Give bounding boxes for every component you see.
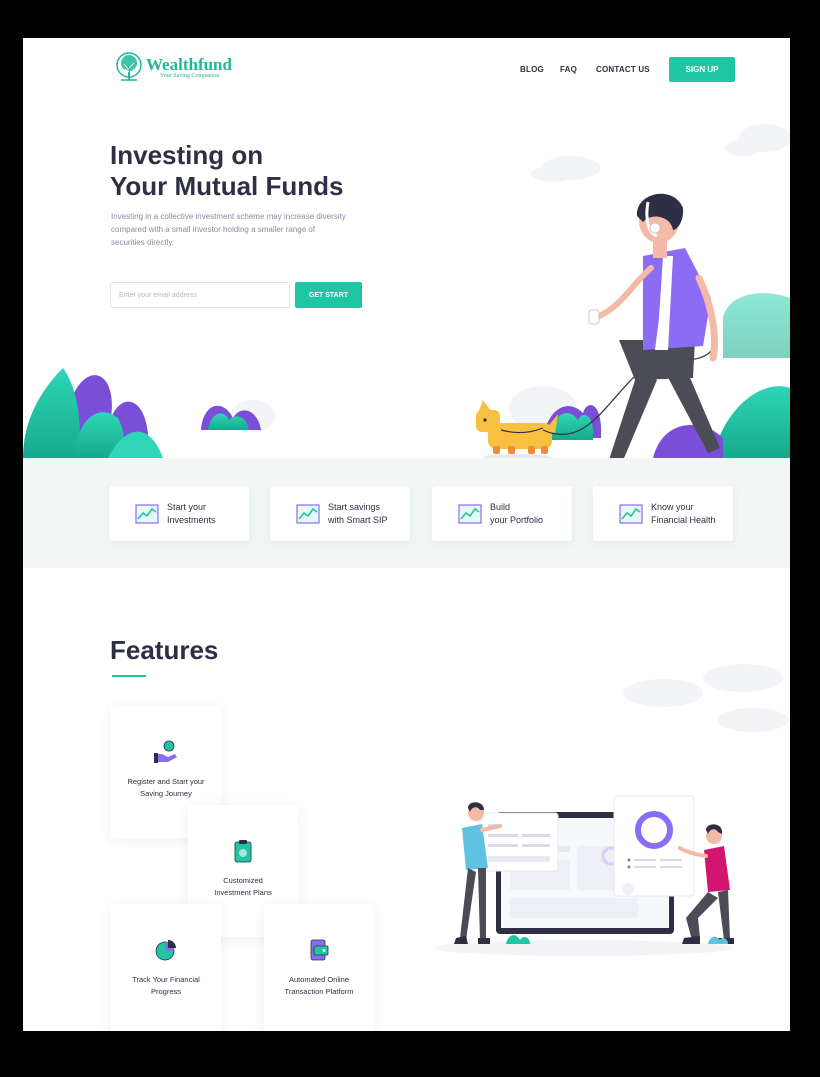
feature-line1: Automated Online (288, 975, 350, 984)
hero-description: Investing in a collective investment sch… (111, 212, 346, 247)
brand-logo[interactable]: Wealthfund Your Saving Companion (115, 52, 232, 84)
quick-link-line1: Build (490, 501, 511, 512)
quick-link-financial-health[interactable]: Know your Financial Health (593, 486, 733, 541)
features-illustration (433, 795, 734, 956)
quick-link-line2: Financial Health (651, 514, 716, 525)
feature-card-progress[interactable]: Track Your Financial Progress (111, 904, 221, 1031)
quick-link-line2: with Smart SIP (328, 514, 388, 525)
nav-blog[interactable]: BLOG (520, 65, 544, 74)
hand-coin-icon (154, 740, 177, 763)
quick-link-line2: Investments (167, 514, 216, 525)
feature-line2: Investment Plans (214, 888, 272, 897)
quick-link-smart-sip[interactable]: Start savings with Smart SIP (270, 486, 410, 541)
quick-link-investments[interactable]: Start your Investments (109, 486, 249, 541)
features-title: Features (110, 635, 219, 665)
brand-name: Wealthfund (146, 54, 232, 74)
get-start-button[interactable]: GET START (295, 282, 362, 308)
pie-chart-icon (155, 940, 176, 961)
quick-link-line1: Start your (167, 501, 207, 512)
chart-growth-icon (458, 503, 482, 524)
hero-title-line2: Your Mutual Funds (110, 171, 344, 201)
features-underline (112, 675, 146, 677)
chart-growth-icon (619, 503, 643, 524)
hero-title: Investing on Your Mutual Funds (110, 140, 430, 202)
hero-title-line1: Investing on (110, 140, 264, 170)
email-input[interactable]: Enter your email address (110, 282, 290, 308)
quick-link-portfolio[interactable]: Build your Portfolio (432, 486, 572, 541)
wallet-device-icon (310, 939, 329, 961)
feature-line1: Customized (223, 876, 263, 885)
chart-growth-icon (135, 503, 159, 524)
quick-link-line1: Start savings (328, 501, 381, 512)
feature-line2: Saving Journey (140, 789, 192, 798)
nav-contact[interactable]: CONTACT US (596, 65, 650, 74)
feature-card-transactions[interactable]: Automated Online Transaction Platform (264, 904, 374, 1031)
chart-growth-icon (296, 503, 320, 524)
clipboard-icon (234, 840, 252, 863)
feature-line1: Track Your Financial (132, 975, 200, 984)
cloud-decoration (623, 664, 789, 732)
landing-page: Wealthfund Your Saving Companion BLOG FA… (23, 38, 790, 1031)
feature-line2: Transaction Platform (284, 987, 354, 996)
brand-tagline: Your Saving Companion (160, 72, 220, 79)
feature-line1: Register and Start your (127, 777, 205, 786)
feature-line2: Progress (150, 987, 181, 996)
quick-link-line1: Know your (651, 501, 694, 512)
signup-button[interactable]: SIGN UP (669, 57, 735, 82)
nav-faq[interactable]: FAQ (560, 65, 577, 74)
tree-logo-icon (116, 52, 142, 81)
quick-link-line2: your Portfolio (490, 514, 544, 525)
